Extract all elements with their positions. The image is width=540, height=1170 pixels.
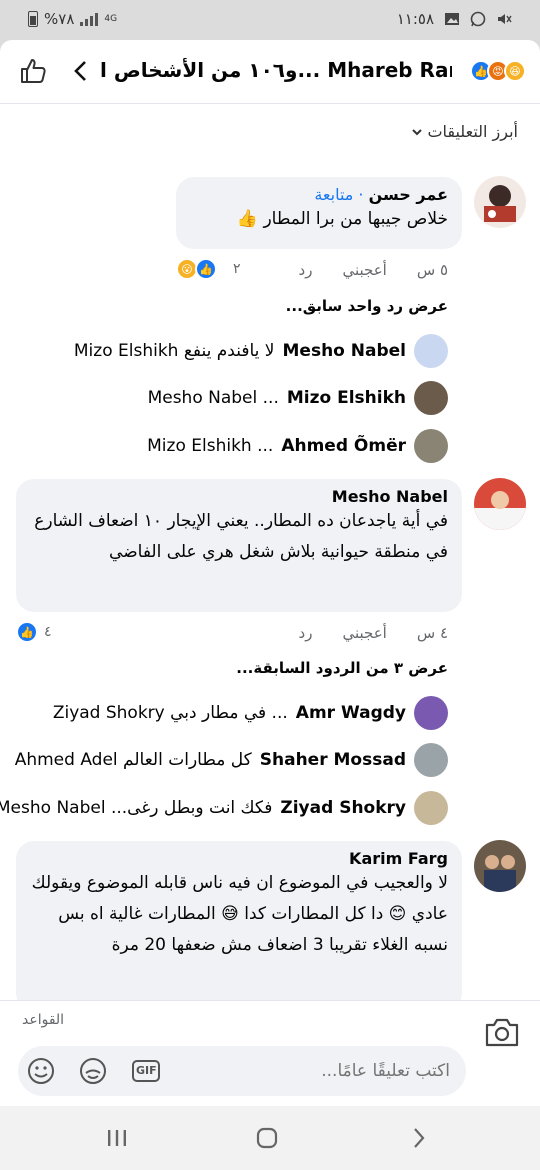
comment-text: لا والعجيب في الموضوع ان فيه ناس قابله ا… xyxy=(31,873,448,955)
chevron-down-icon xyxy=(412,128,423,135)
avatar[interactable] xyxy=(414,696,448,730)
avatar[interactable] xyxy=(414,334,448,368)
reply-item[interactable]: Ziyad Shokry فكك انت وبطل رغى... Mesho N… xyxy=(0,791,406,825)
avatar[interactable] xyxy=(414,381,448,415)
sticker-button[interactable] xyxy=(78,1056,108,1086)
avatar[interactable] xyxy=(474,176,526,228)
battery-level: %٧٨ xyxy=(44,10,75,28)
comment-author[interactable]: عمر حسن xyxy=(369,185,448,204)
sort-label: أبرز التعليقات xyxy=(427,122,518,141)
avatar[interactable] xyxy=(414,429,448,463)
comments-sheet: و١٠٦ من الأشخاص ا... Mhareb Ramzy 👍 😡 😆 … xyxy=(0,40,540,1106)
emoji-button[interactable] xyxy=(26,1056,56,1086)
comment-time: ٥ س xyxy=(416,261,448,279)
header: و١٠٦ من الأشخاص ا... Mhareb Ramzy 👍 😡 😆 xyxy=(0,40,540,104)
thumbs-up-icon xyxy=(21,59,46,83)
reply-text: ... في مطار دبي Ziyad Shokry xyxy=(52,703,288,723)
signal-icon xyxy=(80,12,99,26)
back-button[interactable] xyxy=(66,56,94,86)
whatsapp-icon xyxy=(470,11,486,27)
reply-item[interactable]: Mizo Elshikh ... Mesho Nabel xyxy=(148,381,406,415)
smiley-icon xyxy=(28,1058,54,1084)
comment-text: خلاص جيبها من برا المطار 👍 xyxy=(236,209,448,229)
reply-item[interactable]: Shaher Mossad كل مطارات العالم Ahmed Ade… xyxy=(15,743,406,777)
avatar[interactable] xyxy=(474,840,526,892)
comment-bubble: Mesho Nabel في أية ياجدعان ده المطار.. ي… xyxy=(16,479,462,612)
comment-composer: GIF xyxy=(18,1046,466,1096)
reply-text: لا يافندم ينفع Mizo Elshikh xyxy=(73,341,275,361)
battery-icon xyxy=(28,11,38,27)
view-previous-replies[interactable]: عرض ٣ من الردود السابقة... xyxy=(236,659,448,677)
reply-author: Mizo Elshikh xyxy=(286,388,406,408)
like-post-button[interactable] xyxy=(18,56,48,86)
gif-button[interactable]: GIF xyxy=(131,1056,161,1086)
rules-link[interactable]: القواعد xyxy=(22,1012,64,1028)
reply-text: فكك انت وبطل رغى... Mesho Nabel xyxy=(0,798,273,818)
avatar[interactable] xyxy=(414,743,448,777)
header-reactions[interactable]: 👍 😡 😆 xyxy=(470,60,526,82)
sort-dropdown[interactable]: أبرز التعليقات xyxy=(411,122,518,141)
comment-input[interactable] xyxy=(230,1054,450,1088)
reply-item[interactable]: Mesho Nabel لا يافندم ينفع Mizo Elshikh xyxy=(74,334,406,368)
chevron-left-icon xyxy=(74,61,86,81)
reply-item[interactable]: Ahmed Õmër ... Mizo Elshikh xyxy=(147,429,406,463)
camera-icon xyxy=(485,1018,519,1047)
status-right: ١١:٥٨ xyxy=(397,10,512,28)
home-button[interactable] xyxy=(252,1126,282,1150)
comment-author[interactable]: Karim Farg xyxy=(30,849,448,868)
home-icon xyxy=(256,1127,278,1149)
status-left: %٧٨ 4G xyxy=(28,10,117,28)
reply-item[interactable]: Amr Wagdy ... في مطار دبي Ziyad Shokry xyxy=(53,696,406,730)
comment-text: في أية ياجدعان ده المطار.. يعني الإيجار … xyxy=(34,511,448,562)
status-bar: %٧٨ 4G ١١:٥٨ xyxy=(0,0,540,40)
time: ١١:٥٨ xyxy=(396,10,434,28)
comment-actions: ٥ س أعجبني رد xyxy=(299,261,448,279)
like-link[interactable]: أعجبني xyxy=(342,261,386,279)
comment-header: عمر حسن · متابعة xyxy=(314,185,448,204)
like-link[interactable]: أعجبني xyxy=(342,624,386,642)
view-previous-replies[interactable]: عرض رد واحد سابق... xyxy=(286,297,448,315)
avatar[interactable] xyxy=(414,791,448,825)
avatar[interactable] xyxy=(474,478,526,530)
reply-text: ... Mesho Nabel xyxy=(147,388,279,408)
reply-link[interactable]: رد xyxy=(299,624,313,642)
like-reaction-icon: 👍 xyxy=(195,258,217,280)
network-label: 4G xyxy=(104,14,118,24)
mute-icon xyxy=(498,14,512,24)
recent-apps-icon xyxy=(108,1130,126,1146)
reply-author: Amr Wagdy xyxy=(295,703,406,723)
system-nav-bar xyxy=(0,1106,540,1170)
reply-text: ... Mizo Elshikh xyxy=(147,436,274,456)
reply-author: Mesho Nabel xyxy=(282,341,407,361)
sticker-icon xyxy=(80,1058,106,1084)
back-nav-button[interactable] xyxy=(404,1126,434,1150)
chevron-right-icon xyxy=(414,1128,425,1148)
reply-author: Shaher Mossad xyxy=(259,750,406,770)
reaction-count: ٢ xyxy=(233,261,241,277)
reply-author: Ahmed Õmër xyxy=(281,436,406,456)
comment-bubble: عمر حسن · متابعة خلاص جيبها من برا المطا… xyxy=(176,177,462,249)
recent-apps-button[interactable] xyxy=(102,1126,132,1150)
image-icon xyxy=(445,13,459,25)
comment-reactions[interactable]: 😮 👍 ٢ xyxy=(176,258,241,280)
reply-text: كل مطارات العالم Ahmed Adel xyxy=(14,750,252,770)
comment-reactions[interactable]: 👍 ٤ xyxy=(16,621,52,643)
haha-reaction-icon: 😆 xyxy=(504,60,526,82)
follow-link[interactable]: متابعة xyxy=(314,185,353,204)
post-title[interactable]: و١٠٦ من الأشخاص ا... Mhareb Ramzy xyxy=(100,58,452,82)
camera-button[interactable] xyxy=(484,1016,520,1048)
comment-author[interactable]: Mesho Nabel xyxy=(30,487,448,506)
reply-author: Ziyad Shokry xyxy=(280,798,406,818)
reaction-count: ٤ xyxy=(44,624,52,640)
reply-link[interactable]: رد xyxy=(299,261,313,279)
comment-bubble: Karim Farg لا والعجيب في الموضوع ان فيه … xyxy=(16,841,462,1011)
comment-time: ٤ س xyxy=(416,624,448,642)
comment-actions: ٤ س أعجبني رد xyxy=(299,624,448,642)
gif-label: GIF xyxy=(136,1064,157,1077)
like-reaction-icon: 👍 xyxy=(16,621,38,643)
